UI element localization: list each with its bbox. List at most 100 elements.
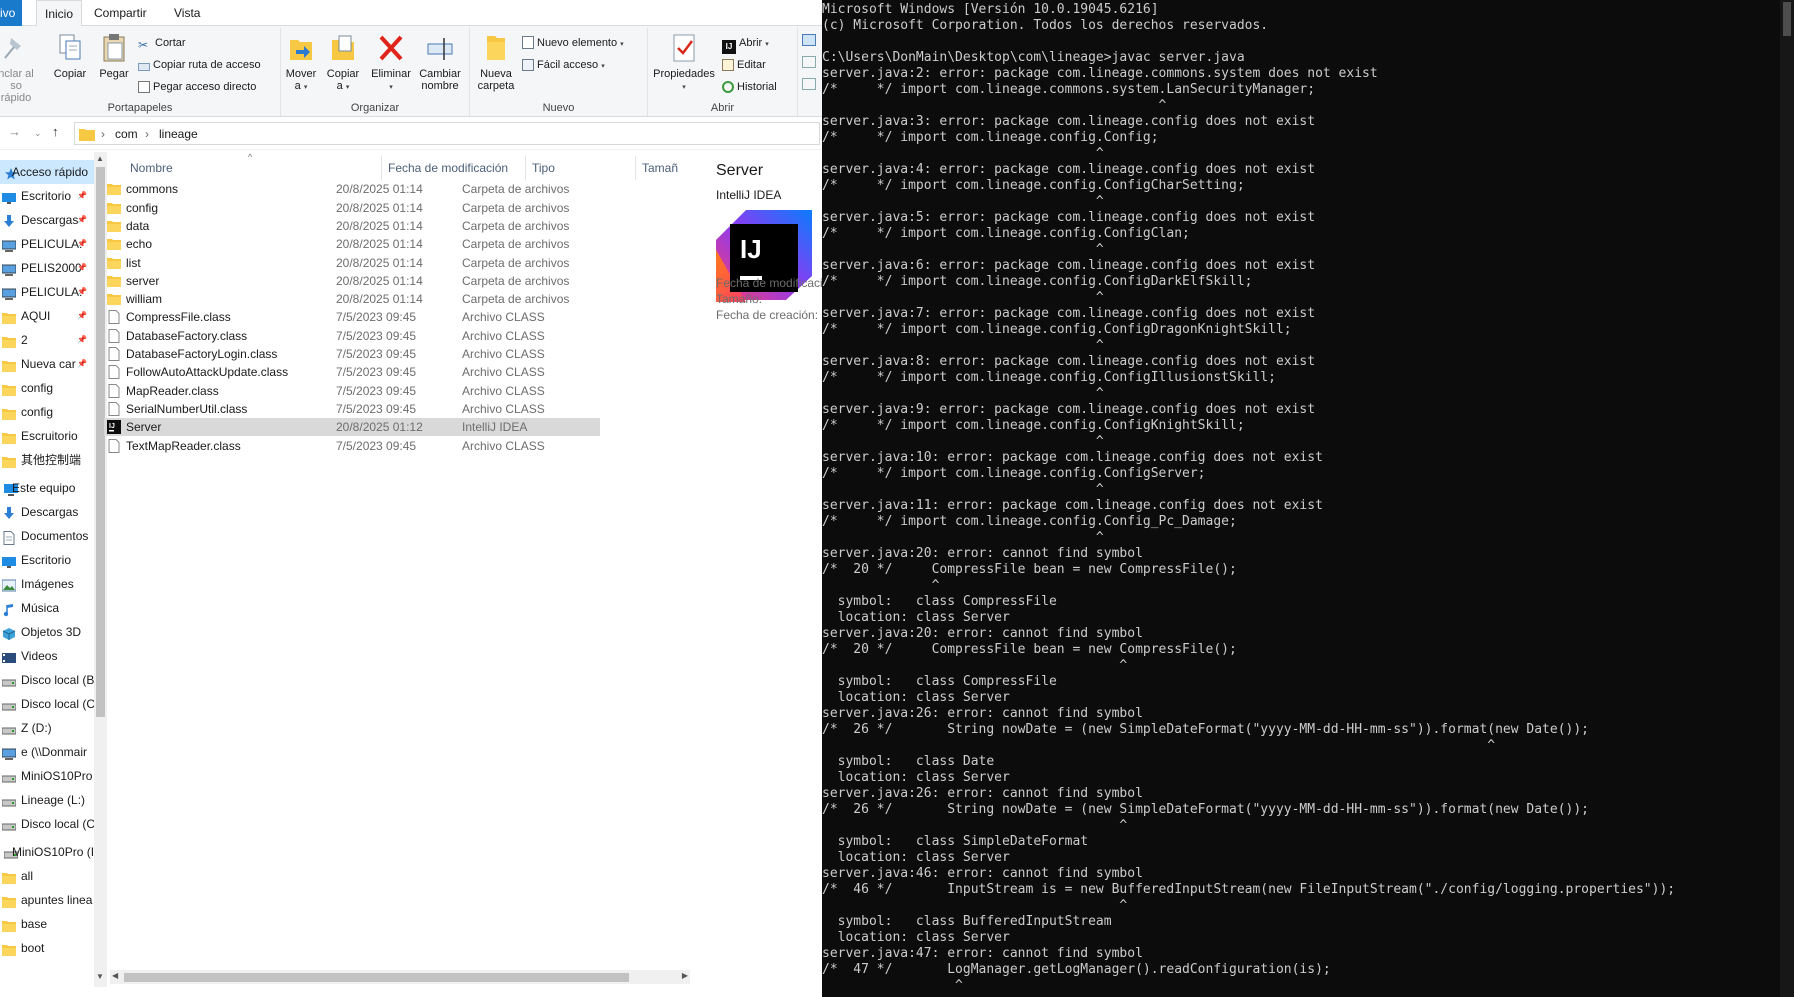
sidebar-item[interactable]: all xyxy=(0,864,95,888)
sidebar-item[interactable]: 其他控制端 xyxy=(0,448,95,472)
back-arrow-icon[interactable]: → xyxy=(8,124,21,139)
sidebar-item[interactable]: Z (D:) xyxy=(0,716,95,740)
select-all-icon[interactable] xyxy=(802,34,816,46)
file-row[interactable]: echo 20/8/2025 01:14 Carpeta de archivos xyxy=(104,235,600,253)
sidebar-item-label: config xyxy=(21,381,54,395)
sidebar-item[interactable]: Disco local (C xyxy=(0,812,95,836)
sidebar-item[interactable]: PELICULA: 📌 xyxy=(0,280,95,304)
move-to-caret-icon: ▾ xyxy=(303,84,308,91)
file-row[interactable]: server 20/8/2025 01:14 Carpeta de archivos xyxy=(104,272,600,290)
delete-caret-icon: ▾ xyxy=(389,84,393,91)
file-list-hscrollbar-thumb[interactable] xyxy=(124,973,629,982)
ribbon: nclar al so rápido Copiar Pegar ✂ Cortar … xyxy=(0,26,822,117)
file-type: Archivo CLASS xyxy=(462,310,545,325)
sidebar-item[interactable]: Documentos xyxy=(0,524,95,548)
recent-chevron-icon[interactable]: ⌄ xyxy=(34,128,42,139)
new-folder-button[interactable]: Nueva carpeta xyxy=(474,32,518,92)
sidebar-item[interactable]: Lineage (L:) xyxy=(0,788,95,812)
delete-button[interactable]: Eliminar ▾ xyxy=(369,32,413,94)
file-row[interactable]: IJ Server 20/8/2025 01:12 IntelliJ IDEA xyxy=(104,418,600,437)
sidebar-item[interactable]: Música xyxy=(0,596,95,620)
sidebar-item[interactable]: Nueva car 📌 xyxy=(0,352,95,376)
open-button[interactable]: IJ Abrir ▾ xyxy=(722,34,769,54)
sidebar-item[interactable]: apuntes linea xyxy=(0,888,95,912)
sidebar-item[interactable]: Videos xyxy=(0,644,95,668)
paste-button[interactable]: Pegar xyxy=(92,32,136,80)
column-header-type[interactable]: Tipo xyxy=(532,156,636,180)
sidebar-item[interactable]: config xyxy=(0,400,95,424)
file-row[interactable]: william 20/8/2025 01:14 Carpeta de archivo… xyxy=(104,290,600,308)
invert-selection-icon[interactable] xyxy=(802,78,816,90)
file-row[interactable]: DatabaseFactory.class 7/5/2023 09:45 Archi… xyxy=(104,327,600,345)
sidebar-item[interactable]: ›MiniOS10Pro (I xyxy=(0,840,95,864)
address-field[interactable]: › com › lineage xyxy=(74,122,820,145)
file-row[interactable]: TextMapReader.class 7/5/2023 09:45 Archivo… xyxy=(104,437,600,455)
sidebar-item[interactable]: config xyxy=(0,376,95,400)
copy-button[interactable]: Copiar xyxy=(48,32,92,80)
copy-to-button[interactable]: Copiar a ▾ xyxy=(321,32,365,94)
pictures-icon xyxy=(1,577,17,592)
file-row[interactable]: commons 20/8/2025 01:14 Carpeta de archivo… xyxy=(104,180,600,198)
tab-compartir[interactable]: Compartir xyxy=(86,0,155,26)
file-row[interactable]: config 20/8/2025 01:14 Carpeta de archivos xyxy=(104,199,600,217)
up-arrow-icon[interactable]: ↑ xyxy=(52,124,59,139)
file-row[interactable]: MapReader.class 7/5/2023 09:45 Archivo CLA… xyxy=(104,382,600,400)
column-header-size[interactable]: Tamañ xyxy=(642,156,690,180)
paste-shortcut-button[interactable]: Pegar acceso directo xyxy=(138,78,256,96)
sidebar-item[interactable]: ›Este equipo xyxy=(0,476,95,500)
select-none-icon[interactable] xyxy=(802,56,816,68)
cut-button[interactable]: ✂ Cortar xyxy=(138,34,186,52)
file-row[interactable]: FollowAutoAttackUpdate.class 7/5/2023 09:… xyxy=(104,363,600,381)
sidebar-item[interactable]: PELICULA: 📌 xyxy=(0,232,95,256)
console-scrollbar-thumb[interactable] xyxy=(1783,2,1791,36)
column-header-date[interactable]: Fecha de modificación xyxy=(388,156,526,180)
sidebar-item[interactable]: Disco local (C xyxy=(0,692,95,716)
file-list-hscrollbar[interactable]: ◀ ▶ xyxy=(110,970,690,984)
sidebar-item[interactable]: PELIS2000 📌 xyxy=(0,256,95,280)
command-prompt-window[interactable]: Microsoft Windows [Versión 10.0.19045.62… xyxy=(822,0,1794,997)
scroll-left-icon[interactable]: ◀ xyxy=(112,971,118,980)
sidebar-item-label: Escruitorio xyxy=(21,429,78,443)
sidebar-item[interactable]: 2 📌 xyxy=(0,328,95,352)
rename-button[interactable]: Cambiar nombre xyxy=(415,32,465,92)
file-row[interactable]: list 20/8/2025 01:14 Carpeta de archivos xyxy=(104,254,600,272)
scroll-up-icon[interactable]: ▲ xyxy=(96,154,104,163)
sidebar-item[interactable]: Escritorio 📌 xyxy=(0,184,95,208)
file-row[interactable]: DatabaseFactoryLogin.class 7/5/2023 09:45… xyxy=(104,345,600,363)
sidebar-item[interactable]: AQUI 📌 xyxy=(0,304,95,328)
sidebar-item[interactable]: Imágenes xyxy=(0,572,95,596)
sidebar-item[interactable]: Objetos 3D xyxy=(0,620,95,644)
sidebar-item[interactable]: Descargas 📌 xyxy=(0,208,95,232)
scroll-down-icon[interactable]: ▼ xyxy=(96,972,104,981)
sidebar-item[interactable]: MiniOS10Pro xyxy=(0,764,95,788)
pin-quick-access-button[interactable]: nclar al so rápido xyxy=(0,32,36,104)
sidebar-item[interactable]: boot xyxy=(0,936,95,960)
properties-button[interactable]: Propiedades ▾ xyxy=(652,32,716,94)
column-header-name[interactable]: Nombre xyxy=(130,156,382,180)
tab-inicio[interactable]: Inicio xyxy=(36,0,83,27)
crumb-com[interactable]: com xyxy=(115,127,138,141)
crumb-lineage[interactable]: lineage xyxy=(159,127,198,141)
tab-vista[interactable]: Vista xyxy=(166,0,208,26)
sidebar-item[interactable]: Disco local (B xyxy=(0,668,95,692)
sidebar-item[interactable]: e (\\Donmair xyxy=(0,740,95,764)
new-item-button[interactable]: Nuevo elemento ▾ xyxy=(522,34,624,52)
tab-archivo[interactable]: ivo xyxy=(0,0,22,26)
console-scrollbar[interactable] xyxy=(1780,0,1794,997)
edit-button[interactable]: Editar xyxy=(722,56,766,74)
file-row[interactable]: SerialNumberUtil.class 7/5/2023 09:45 Arch… xyxy=(104,400,600,418)
history-button[interactable]: Historial xyxy=(722,78,777,96)
sidebar-item[interactable]: Escritorio xyxy=(0,548,95,572)
edit-icon xyxy=(722,59,734,71)
rename-icon xyxy=(427,38,453,60)
move-to-button[interactable]: Mover a ▾ xyxy=(281,32,321,94)
file-row[interactable]: data 20/8/2025 01:14 Carpeta de archivos xyxy=(104,217,600,235)
sidebar-item[interactable]: base xyxy=(0,912,95,936)
sidebar-item[interactable]: Descargas xyxy=(0,500,95,524)
easy-access-button[interactable]: Fácil acceso ▾ xyxy=(522,56,605,74)
file-row[interactable]: CompressFile.class 7/5/2023 09:45 Archivo … xyxy=(104,308,600,326)
sidebar-item[interactable]: ›Acceso rápido xyxy=(0,160,95,184)
scroll-right-icon[interactable]: ▶ xyxy=(682,971,688,980)
copy-path-button[interactable]: Copiar ruta de acceso xyxy=(138,56,261,74)
sidebar-item[interactable]: Escruitorio xyxy=(0,424,95,448)
